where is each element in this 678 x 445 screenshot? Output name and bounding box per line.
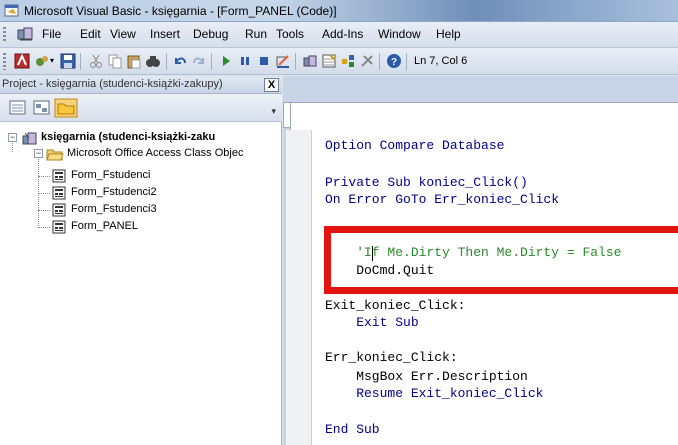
tree-item-label: Form_Fstudenci3 xyxy=(71,203,157,215)
find-icon[interactable] xyxy=(145,53,161,69)
run-icon[interactable] xyxy=(218,53,234,69)
folder-open-icon xyxy=(46,149,64,161)
toolbar-dropdown-icon[interactable]: ▾ xyxy=(271,106,276,117)
menu-tools[interactable]: Tools xyxy=(276,27,304,41)
menu-debug[interactable]: Debug xyxy=(193,27,228,41)
project-explorer-header: Project - księgarnia (studenci-książki-z… xyxy=(0,76,282,94)
tree-item-form-fstudenci3[interactable]: Form_Fstudenci3 xyxy=(0,202,280,218)
code-line[interactable]: On Error GoTo Err_koniec_Click xyxy=(325,192,559,209)
view-code-icon[interactable] xyxy=(8,99,28,117)
design-mode-icon[interactable] xyxy=(275,53,291,69)
code-line[interactable]: Private Sub koniec_Click() xyxy=(325,175,528,192)
tree-folder-label: Microsoft Office Access Class Objec xyxy=(67,147,244,159)
code-line[interactable]: Option Compare Database xyxy=(325,138,504,155)
menu-help[interactable]: Help xyxy=(436,27,461,41)
collapse-folder-icon[interactable]: − xyxy=(34,149,43,158)
form-module-icon xyxy=(52,186,66,200)
view-object-icon[interactable] xyxy=(32,99,52,117)
code-line[interactable]: Exit Sub xyxy=(325,315,418,332)
vba-project-icon xyxy=(22,132,37,145)
menu-bar: File Edit View Insert Debug Run Tools Ad… xyxy=(0,22,678,48)
vba-app-icon xyxy=(4,4,19,17)
cursor-position: Ln 7, Col 6 xyxy=(414,55,468,67)
code-line[interactable]: End Sub xyxy=(325,422,380,439)
form-module-icon xyxy=(52,203,66,217)
project-explorer-toolbar: ▾ xyxy=(0,94,282,122)
toggle-folders-icon[interactable] xyxy=(54,98,78,118)
menu-insert[interactable]: Insert xyxy=(150,27,180,41)
svg-text:?: ? xyxy=(391,57,397,68)
toolbox-icon[interactable] xyxy=(359,53,375,69)
project-tree: − księgarnia (studenci-książki-zaku − Mi… xyxy=(0,124,280,444)
mdi-background xyxy=(290,76,678,102)
reset-icon[interactable] xyxy=(256,53,272,69)
save-icon[interactable] xyxy=(60,53,76,69)
insert-module-icon[interactable] xyxy=(34,53,50,69)
cut-icon[interactable] xyxy=(88,53,104,69)
menu-run[interactable]: Run xyxy=(245,27,267,41)
code-line[interactable]: Resume Exit_koniec_Click xyxy=(325,386,543,403)
tree-item-form-fstudenci2[interactable]: Form_Fstudenci2 xyxy=(0,185,280,201)
standard-toolbar: ▾ ? Ln 7, Col 6 xyxy=(0,48,678,75)
project-menu-icon[interactable] xyxy=(16,26,36,43)
form-module-icon xyxy=(52,220,66,234)
highlight-annotation-box xyxy=(324,226,678,294)
tree-item-form-fstudenci[interactable]: Form_Fstudenci xyxy=(0,168,280,184)
title-bar: Microsoft Visual Basic - księgarnia - [F… xyxy=(0,0,678,22)
tree-item-label: Form_PANEL xyxy=(71,220,139,232)
tree-root-project[interactable]: − księgarnia (studenci-książki-zaku xyxy=(0,130,280,146)
text-caret xyxy=(372,246,373,261)
menu-file[interactable]: File xyxy=(42,27,61,41)
toolbar-grip[interactable] xyxy=(3,53,6,70)
tree-item-label: Form_Fstudenci xyxy=(71,169,151,181)
menu-edit[interactable]: Edit xyxy=(80,27,101,41)
object-browser-icon[interactable] xyxy=(340,53,356,69)
tree-root-label: księgarnia (studenci-książki-zaku xyxy=(41,131,216,143)
properties-window-icon[interactable] xyxy=(321,53,337,69)
window-title: Microsoft Visual Basic - księgarnia - [F… xyxy=(24,4,337,18)
paste-icon[interactable] xyxy=(126,53,142,69)
help-icon[interactable]: ? xyxy=(386,53,402,69)
redo-icon[interactable] xyxy=(191,53,207,69)
code-line[interactable]: MsgBox Err.Description xyxy=(325,369,528,386)
collapse-root-icon[interactable]: − xyxy=(8,133,17,142)
tree-item-form-panel[interactable]: Form_PANEL xyxy=(0,219,280,235)
code-line[interactable]: Exit_koniec_Click: xyxy=(325,298,465,315)
project-explorer-title: Project - księgarnia (studenci-książki-z… xyxy=(2,78,223,90)
close-project-button[interactable]: X xyxy=(264,78,279,92)
view-access-icon[interactable] xyxy=(14,53,30,69)
menu-view[interactable]: View xyxy=(110,27,136,41)
code-line[interactable]: Err_koniec_Click: xyxy=(325,350,458,367)
code-margin-indicator-bar[interactable] xyxy=(286,130,312,445)
menu-window[interactable]: Window xyxy=(378,27,421,41)
menubar-grip[interactable] xyxy=(3,27,6,43)
tree-folder-class-objects[interactable]: − Microsoft Office Access Class Objec xyxy=(0,146,280,162)
undo-icon[interactable] xyxy=(172,53,188,69)
form-module-icon xyxy=(52,169,66,183)
tree-item-label: Form_Fstudenci2 xyxy=(71,186,157,198)
copy-icon[interactable] xyxy=(107,53,123,69)
project-explorer: Project - księgarnia (studenci-książki-z… xyxy=(0,76,282,445)
break-icon[interactable] xyxy=(237,53,253,69)
project-explorer-icon[interactable] xyxy=(302,53,318,69)
menu-add-ins[interactable]: Add-Ins xyxy=(322,27,363,41)
